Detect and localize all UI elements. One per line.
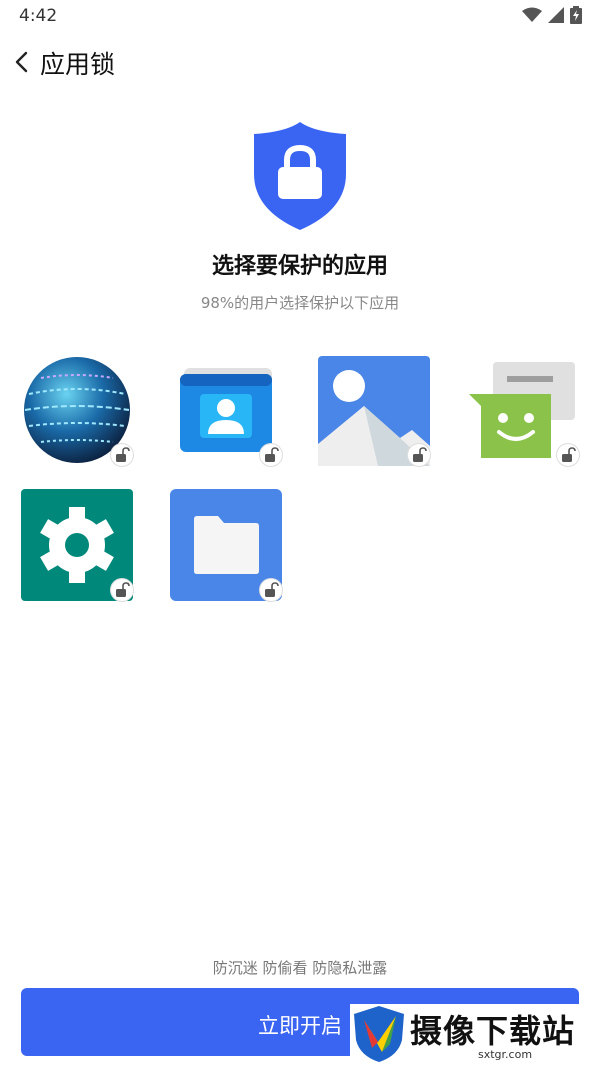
unlocked-padlock-icon (562, 447, 576, 462)
status-time: 4:42 (19, 6, 58, 26)
hero-subtitle: 98%的用户选择保护以下应用 (200, 294, 400, 312)
shield-lock-icon (254, 122, 346, 230)
battery-charging-icon (570, 6, 582, 24)
unlocked-padlock-icon (116, 447, 130, 462)
lock-badge (557, 444, 579, 466)
app-item-messaging[interactable] (467, 354, 579, 466)
wifi-icon (522, 7, 542, 22)
unlocked-padlock-icon (265, 447, 279, 462)
site-watermark: 摄像下载站 sxtgr.com (350, 1004, 600, 1067)
unlocked-padlock-icon (116, 582, 130, 597)
lock-badge (111, 444, 133, 466)
app-item-gallery[interactable] (318, 354, 430, 466)
unlocked-padlock-icon (265, 582, 279, 597)
signal-icon (548, 7, 564, 23)
app-item-settings[interactable] (21, 489, 133, 601)
lock-badge (111, 579, 133, 601)
page-title: 应用锁 (40, 50, 116, 79)
lock-badge (260, 444, 282, 466)
watermark-url: sxtgr.com (478, 1048, 533, 1061)
unlocked-padlock-icon (413, 447, 427, 462)
app-item-contacts[interactable] (170, 354, 282, 466)
watermark-title: 摄像下载站 (410, 1012, 576, 1050)
status-bar: 4:42 (0, 0, 600, 34)
chevron-left-icon (15, 51, 28, 73)
lock-badge (260, 579, 282, 601)
watermark-logo-icon (354, 1006, 404, 1062)
status-icons (522, 6, 582, 24)
app-bar: 应用锁 (0, 40, 600, 86)
lock-badge (408, 444, 430, 466)
back-button[interactable] (10, 48, 36, 78)
feature-tagline: 防沉迷 防偷看 防隐私泄露 (212, 959, 388, 977)
app-item-globe[interactable] (21, 354, 133, 466)
hero-title: 选择要保护的应用 (211, 254, 388, 279)
app-item-files[interactable] (170, 489, 282, 601)
